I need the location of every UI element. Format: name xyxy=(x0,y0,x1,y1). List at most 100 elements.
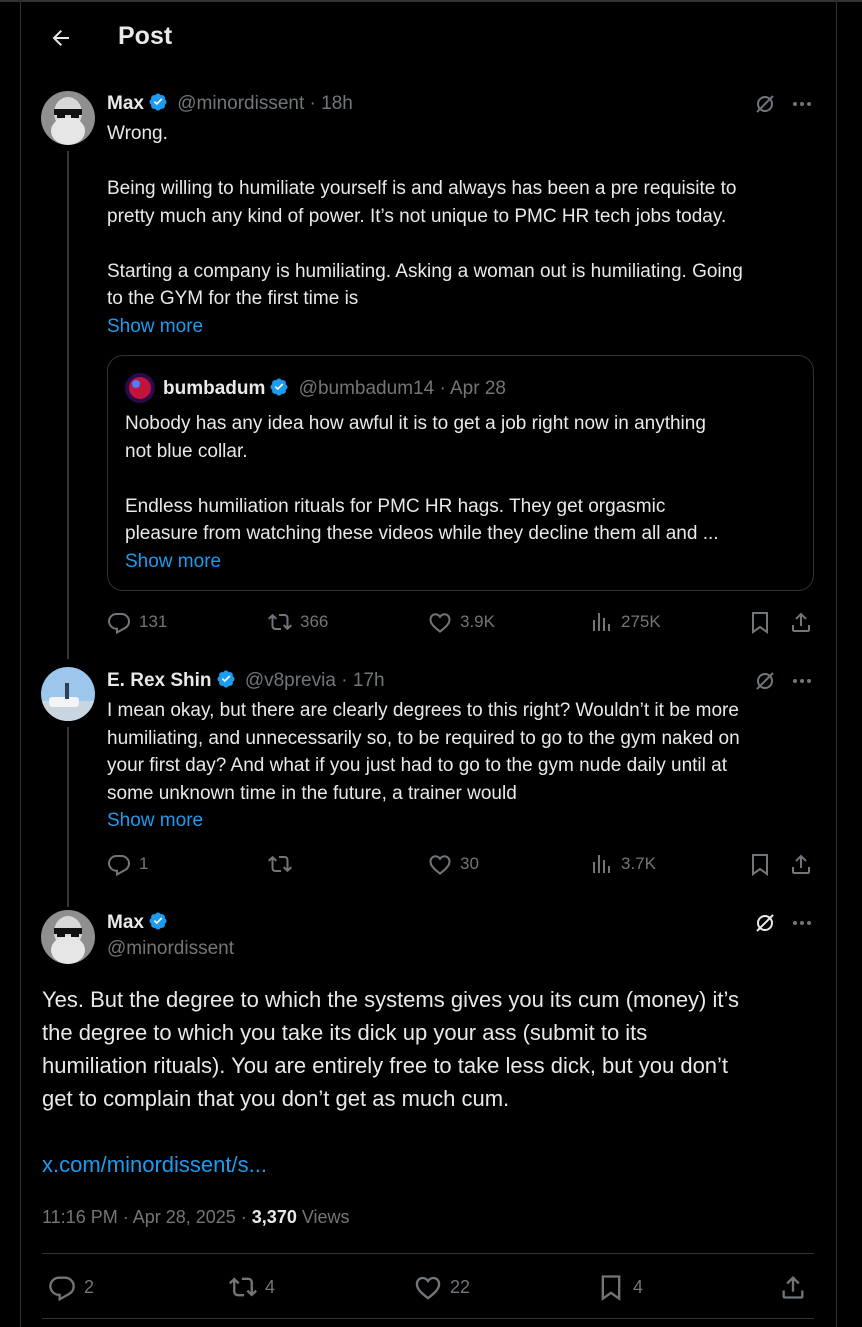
quote-show-more-link[interactable]: Show more xyxy=(125,548,805,576)
reply-button[interactable]: 2 xyxy=(48,1273,94,1301)
reply-button[interactable]: 1 xyxy=(107,852,148,876)
repost-count: 4 xyxy=(265,1276,276,1297)
more-button[interactable] xyxy=(790,92,814,116)
repost-icon xyxy=(268,613,292,631)
text-line: to the GYM for the first time is xyxy=(107,288,359,309)
tweet2-text: I mean okay, but there are clearly degre… xyxy=(107,697,822,835)
column-border-left xyxy=(20,0,21,1327)
grok-button[interactable] xyxy=(753,92,777,116)
show-more-link[interactable]: Show more xyxy=(107,313,822,341)
author-handle[interactable]: @v8previa xyxy=(245,670,336,691)
repost-button[interactable]: 4 xyxy=(229,1273,275,1301)
back-button[interactable] xyxy=(45,22,77,54)
page-title: Post xyxy=(118,22,173,50)
post-time[interactable]: 18h xyxy=(321,93,353,114)
more-button[interactable] xyxy=(790,911,814,935)
author-name[interactable]: Max xyxy=(107,93,144,114)
text-line: Starting a company is humiliating. Askin… xyxy=(107,260,743,282)
bookmark-button[interactable] xyxy=(748,610,772,634)
reply-icon xyxy=(107,855,131,876)
views-label: Views xyxy=(296,1207,350,1227)
post-timestamp[interactable]: 11:16 PM · Apr 28, 2025 · xyxy=(42,1207,252,1227)
views-icon xyxy=(593,613,610,631)
share-button[interactable] xyxy=(789,852,813,876)
grok-button[interactable] xyxy=(753,911,777,935)
verified-icon xyxy=(269,377,289,403)
text-line: humiliating, and unnecessarily so, to be… xyxy=(107,727,740,749)
text-line: humiliation rituals). You are entirely f… xyxy=(42,1053,729,1078)
share-button[interactable] xyxy=(779,1273,807,1301)
repost-icon xyxy=(268,855,292,873)
views-count: 275K xyxy=(621,612,661,631)
like-icon xyxy=(429,613,451,633)
author-name[interactable]: Max xyxy=(107,912,144,933)
avatar-max[interactable] xyxy=(41,91,95,145)
avatar-bumbadum xyxy=(125,373,155,403)
separator: · xyxy=(309,93,316,114)
views-button[interactable]: 3.7K xyxy=(589,852,656,876)
more-icon xyxy=(793,921,811,925)
text-line: Being willing to humiliate yourself is a… xyxy=(107,178,737,199)
repost-button[interactable]: 366 xyxy=(268,610,328,634)
share-icon xyxy=(792,854,810,874)
text-line: your first day? And what if you just had… xyxy=(107,755,727,776)
bookmark-icon xyxy=(601,1275,621,1301)
repost-button[interactable] xyxy=(268,852,300,876)
post-link[interactable]: x.com/minordissent/s... xyxy=(42,1148,832,1181)
grok-icon xyxy=(756,914,774,932)
like-icon xyxy=(415,1276,441,1300)
grok-icon xyxy=(756,672,774,690)
author-name[interactable]: E. Rex Shin xyxy=(107,670,212,691)
reply-icon xyxy=(107,613,131,634)
divider xyxy=(42,1318,814,1319)
like-button[interactable]: 3.9K xyxy=(428,610,495,634)
divider xyxy=(42,1253,814,1254)
bookmark-button[interactable] xyxy=(748,852,772,876)
author-handle[interactable]: @minordissent xyxy=(107,938,234,960)
reply-count: 2 xyxy=(84,1276,95,1297)
text-line: get to complain that you don’t get as mu… xyxy=(42,1086,510,1111)
post-time[interactable]: 17h xyxy=(353,670,385,691)
tweet1-header: Max @minordissent · 18h xyxy=(107,92,353,118)
quote-text: Nobody has any idea how awful it is to g… xyxy=(125,410,805,575)
more-button[interactable] xyxy=(790,669,814,693)
text-line: I mean okay, but there are clearly degre… xyxy=(107,700,739,721)
back-arrow-icon xyxy=(52,30,69,46)
grok-icon xyxy=(756,95,774,113)
quoted-post[interactable]: bumbadum @bumbadum14 · Apr 28 Nobody has… xyxy=(107,355,814,591)
reply-button[interactable]: 131 xyxy=(107,610,167,634)
bookmark-button[interactable]: 4 xyxy=(597,1273,643,1301)
avatar-e-rex-shin[interactable] xyxy=(41,667,95,721)
views-icon xyxy=(593,855,610,873)
column-border-right xyxy=(836,0,837,1327)
text-line: some unknown time in the future, a train… xyxy=(107,782,517,804)
views-button[interactable]: 275K xyxy=(589,610,661,634)
repost-count: 366 xyxy=(300,612,329,631)
post-meta: 11:16 PM · Apr 28, 2025 · 3,370 Views xyxy=(42,1207,350,1228)
quote-date: Apr 28 xyxy=(450,378,506,399)
text-line: pleasure from watching these videos whil… xyxy=(125,523,719,544)
thread-line xyxy=(67,727,69,907)
reply-icon xyxy=(49,1276,75,1301)
show-more-link[interactable]: Show more xyxy=(107,807,822,835)
like-button[interactable]: 30 xyxy=(428,852,479,876)
views-count: 3.7K xyxy=(621,854,656,873)
text-gap xyxy=(125,465,805,493)
like-button[interactable]: 22 xyxy=(414,1273,470,1301)
text-gap xyxy=(107,148,822,176)
quote-author-name: bumbadum xyxy=(163,378,266,399)
text-gap xyxy=(42,1115,832,1148)
verified-icon xyxy=(148,911,168,937)
text-line: Nobody has any idea how awful it is to g… xyxy=(125,413,706,434)
main-text: Yes. But the degree to which the systems… xyxy=(42,983,832,1181)
verified-icon xyxy=(216,669,236,695)
grok-button[interactable] xyxy=(753,669,777,693)
like-count: 3.9K xyxy=(460,612,495,631)
separator: · xyxy=(341,670,348,691)
share-button[interactable] xyxy=(789,610,813,634)
share-icon xyxy=(792,612,810,632)
quote-header: bumbadum @bumbadum14 · Apr 28 xyxy=(163,377,506,403)
author-handle[interactable]: @minordissent xyxy=(177,93,304,114)
avatar-max[interactable] xyxy=(41,910,95,964)
like-count: 22 xyxy=(450,1276,471,1297)
